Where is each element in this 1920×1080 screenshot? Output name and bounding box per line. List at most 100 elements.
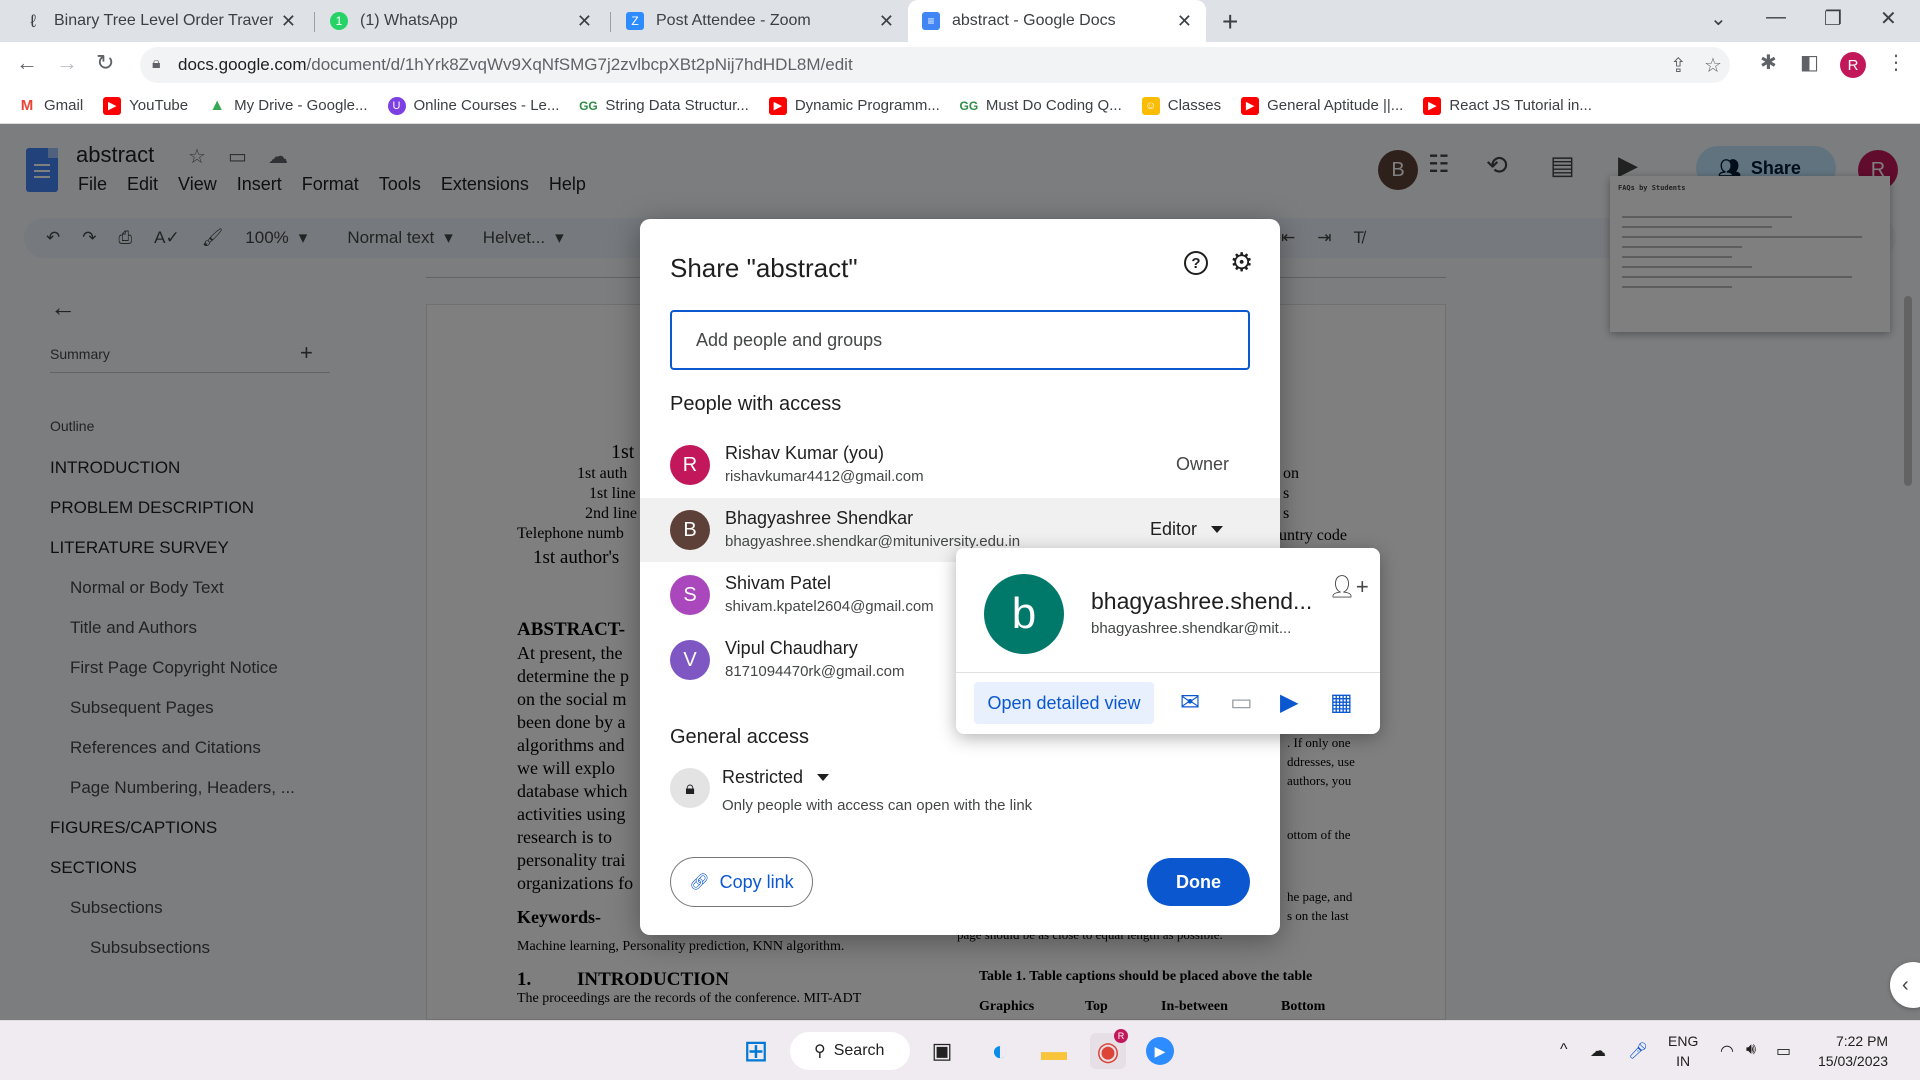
people-with-access-heading: People with access xyxy=(670,393,842,415)
edge-icon[interactable]: ◐ xyxy=(982,1033,1018,1069)
general-access-heading: General access xyxy=(670,726,809,748)
link-icon: 🔗︎ xyxy=(689,874,710,891)
windows-taskbar: ⊞ ⚲ Search ▣ ◐ ▬ ◉ R ▶ ^ ☁ 🎤︎ ENG IN ◠ 🔊︎ ▭… xyxy=(0,1020,1920,1080)
profile-avatar[interactable]: R xyxy=(1840,52,1866,78)
role-dropdown[interactable]: Editor xyxy=(1150,519,1224,540)
chrome-menu-icon[interactable]: ⋮ xyxy=(1886,50,1906,75)
gfg-icon: GG xyxy=(579,96,598,115)
windows-start-icon[interactable]: ⊞ xyxy=(738,1033,774,1069)
extensions-icon[interactable]: ✱ xyxy=(1760,50,1777,75)
udemy-icon: U xyxy=(387,96,406,115)
youtube-icon: ▶ xyxy=(103,96,122,115)
browser-tab-strip: ℓ Binary Tree Level Order Traversal ✕ 1 … xyxy=(0,0,1920,42)
wifi-icon[interactable]: ◠ xyxy=(1720,1041,1734,1061)
file-explorer-icon[interactable]: ▬ xyxy=(1036,1033,1072,1069)
forward-icon[interactable]: → xyxy=(56,50,78,76)
back-icon[interactable]: ← xyxy=(16,50,38,76)
close-icon[interactable]: ✕ xyxy=(1177,11,1192,32)
help-icon[interactable]: ? xyxy=(1184,251,1208,275)
docs-icon: ≡ xyxy=(922,12,940,30)
close-window-icon[interactable]: ✕ xyxy=(1880,6,1897,31)
divider xyxy=(956,672,1380,673)
bookmark-youtube[interactable]: ▶ YouTube xyxy=(103,96,188,115)
person-name: Rishav Kumar (you) xyxy=(725,443,885,463)
avatar[interactable]: B xyxy=(670,510,710,550)
address-bar[interactable]: 🔒︎ docs.google.com/document/d/1hYrk8ZvqW… xyxy=(140,47,1730,83)
open-detailed-view-button[interactable]: Open detailed view xyxy=(974,682,1154,724)
avatar: V xyxy=(670,640,710,680)
add-people-input[interactable] xyxy=(670,310,1250,370)
tab-separator xyxy=(610,12,611,32)
share-page-icon[interactable]: ⇪ xyxy=(1670,53,1687,78)
hover-card-name: bhagyashree.shend... xyxy=(1091,588,1313,614)
tab-google-docs[interactable]: ≡ abstract - Google Docs ✕ xyxy=(908,0,1206,42)
bookmark-drive[interactable]: ▲ My Drive - Google... xyxy=(208,96,368,115)
lock-icon: 🔒︎ xyxy=(152,55,161,72)
task-view-icon[interactable]: ▣ xyxy=(924,1033,960,1069)
bookmark-must-do-coding[interactable]: GG Must Do Coding Q... xyxy=(959,96,1122,115)
settings-gear-icon[interactable]: ⚙ xyxy=(1230,247,1253,278)
done-button[interactable]: Done xyxy=(1147,858,1250,906)
avatar: S xyxy=(670,575,710,615)
bookmark-react-tutorial[interactable]: ▶ React JS Tutorial in... xyxy=(1423,96,1592,115)
input-language[interactable]: ENG IN xyxy=(1668,1031,1698,1071)
bookmark-gmail[interactable]: M Gmail xyxy=(18,96,83,115)
person-email: shivam.kpatel2604@gmail.com xyxy=(725,598,934,615)
role-label: Owner xyxy=(1176,454,1230,474)
search-icon: ⚲ xyxy=(814,1043,826,1060)
show-hidden-icons[interactable]: ^ xyxy=(1560,1041,1568,1059)
bookmark-dynamic-programming[interactable]: ▶ Dynamic Programm... xyxy=(768,96,940,115)
microphone-icon[interactable]: 🎤︎ xyxy=(1628,1041,1648,1061)
bookmark-star-icon[interactable]: ☆ xyxy=(1704,53,1722,78)
leetcode-icon: ℓ xyxy=(30,10,36,31)
drive-icon: ▲ xyxy=(208,96,227,115)
add-contact-icon[interactable]: 👤︎+ xyxy=(1328,574,1369,600)
youtube-icon: ▶ xyxy=(768,96,787,115)
calendar-icon[interactable]: ▦ xyxy=(1330,688,1353,717)
taskbar-search[interactable]: ⚲ Search xyxy=(790,1032,910,1070)
hover-card-email: bhagyashree.shendkar@mit... xyxy=(1091,620,1292,637)
bookmark-general-aptitude[interactable]: ▶ General Aptitude ||... xyxy=(1241,96,1403,115)
youtube-icon: ▶ xyxy=(1241,96,1260,115)
video-call-icon[interactable]: ▶ xyxy=(1280,688,1298,717)
tab-separator xyxy=(314,12,315,32)
close-icon[interactable]: ✕ xyxy=(577,11,592,32)
side-panel-icon[interactable]: ◧ xyxy=(1800,50,1819,75)
chat-icon[interactable]: ▭ xyxy=(1230,688,1253,717)
tab-zoom[interactable]: Z Post Attendee - Zoom ✕ xyxy=(612,0,908,42)
tab-search-icon[interactable]: ⌄ xyxy=(1710,6,1727,31)
person-email: 8171094470rk@gmail.com xyxy=(725,663,905,680)
reload-icon[interactable]: ↻ xyxy=(96,50,114,76)
chrome-icon[interactable]: ◉ R xyxy=(1090,1029,1128,1069)
dialog-title: Share "abstract" xyxy=(670,253,858,283)
battery-icon[interactable]: ▭ xyxy=(1776,1041,1791,1061)
tab-whatsapp[interactable]: 1 (1) WhatsApp ✕ xyxy=(316,0,606,42)
zoom-icon: Z xyxy=(626,12,644,30)
bookmark-classes[interactable]: ☺ Classes xyxy=(1141,96,1221,115)
person-name: Vipul Chaudhary xyxy=(725,638,858,658)
access-level-dropdown[interactable]: Restricted xyxy=(722,767,830,788)
avatar: R xyxy=(670,445,710,485)
whatsapp-icon: 1 xyxy=(330,12,348,30)
new-tab-button[interactable]: + xyxy=(1222,6,1238,38)
minimize-icon[interactable]: — xyxy=(1766,6,1786,29)
person-name: Bhagyashree Shendkar xyxy=(725,508,914,528)
dropdown-arrow-icon xyxy=(817,774,830,781)
bookmark-online-courses[interactable]: U Online Courses - Le... xyxy=(387,96,559,115)
system-clock[interactable]: 7:22 PM 15/03/2023 xyxy=(1818,1031,1888,1071)
tab-leetcode[interactable]: ℓ Binary Tree Level Order Traversal ✕ xyxy=(10,0,310,42)
volume-icon[interactable]: 🔊︎ xyxy=(1746,1041,1756,1059)
restore-icon[interactable]: ❐ xyxy=(1824,6,1842,31)
close-icon[interactable]: ✕ xyxy=(879,11,894,32)
gfg-icon: GG xyxy=(959,96,979,115)
copy-link-button[interactable]: 🔗︎ Copy link xyxy=(670,857,813,907)
zoom-app-icon[interactable]: ▶ xyxy=(1146,1037,1174,1065)
email-icon[interactable]: ✉ xyxy=(1180,688,1200,717)
youtube-icon: ▶ xyxy=(1423,96,1442,115)
bookmark-string-ds[interactable]: GG String Data Structur... xyxy=(579,96,749,115)
close-icon[interactable]: ✕ xyxy=(281,11,296,32)
chrome-profile-badge: R xyxy=(1114,1029,1128,1043)
person-hover-card: b bhagyashree.shend... bhagyashree.shend… xyxy=(956,548,1380,734)
onedrive-icon[interactable]: ☁ xyxy=(1590,1041,1606,1061)
access-list-item[interactable]: R Rishav Kumar (you) rishavkumar4412@gma… xyxy=(640,433,1280,497)
